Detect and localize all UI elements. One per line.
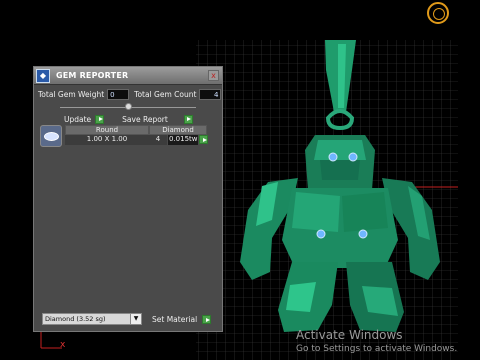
close-button[interactable]: x: [208, 70, 219, 81]
watermark-subtitle: Go to Settings to activate Windows.: [296, 344, 458, 354]
gem-weight-cell[interactable]: 0.015tw: [168, 135, 198, 145]
total-gem-count-value[interactable]: 4: [199, 89, 222, 100]
watermark-title: Activate Windows: [296, 328, 403, 342]
gem-setting: [316, 229, 326, 239]
gem-reporter-panel[interactable]: ◆ GEM REPORTER x Total Gem Weight 0 Tota…: [33, 66, 223, 332]
material-select-value: Diamond (3.52 sg): [45, 315, 106, 323]
view-orientation-ring-icon[interactable]: [427, 2, 449, 24]
gem-row-apply-button[interactable]: [199, 135, 208, 144]
action-row: Update Save Report: [34, 112, 222, 126]
gem-count-cell: 4: [149, 135, 167, 145]
set-material-label: Set Material: [152, 315, 198, 324]
total-gem-weight-label: Total Gem Weight: [38, 90, 105, 99]
gem-setting: [328, 152, 338, 162]
panel-titlebar[interactable]: ◆ GEM REPORTER x: [34, 67, 222, 85]
gem-list-table[interactable]: Round Diamond 1.00 X 1.00 4 0.015tw: [39, 125, 220, 150]
panel-title: GEM REPORTER: [56, 71, 129, 80]
viewport-left-edge: [0, 0, 22, 360]
axis-gizmo-icon: [40, 332, 62, 349]
gem-setting: [348, 152, 358, 162]
windows-activation-watermark: Activate Windows Go to Settings to activ…: [296, 328, 457, 354]
save-report-button[interactable]: [183, 114, 193, 124]
slider-thumb[interactable]: [124, 103, 132, 110]
shape-column-header: Round: [65, 125, 149, 135]
update-label: Update: [64, 114, 92, 124]
save-report-label: Save Report: [122, 114, 168, 124]
total-gem-weight-value[interactable]: 0: [107, 89, 130, 100]
material-select[interactable]: Diamond (3.52 sg) ▼: [42, 313, 142, 325]
set-material-button[interactable]: [202, 315, 211, 324]
update-button[interactable]: [95, 114, 105, 124]
round-diamond-gem-icon: [40, 125, 62, 147]
material-column-header: Diamond: [149, 125, 207, 135]
gem-size-cell: 1.00 X 1.00: [65, 135, 149, 145]
chevron-down-icon[interactable]: ▼: [130, 314, 141, 324]
gem-reporter-app-icon: ◆: [36, 68, 50, 83]
total-gem-count-label: Total Gem Count: [134, 90, 197, 99]
report-slider[interactable]: [42, 102, 214, 112]
gem-setting: [358, 229, 368, 239]
totals-row: Total Gem Weight 0 Total Gem Count 4: [34, 87, 222, 102]
